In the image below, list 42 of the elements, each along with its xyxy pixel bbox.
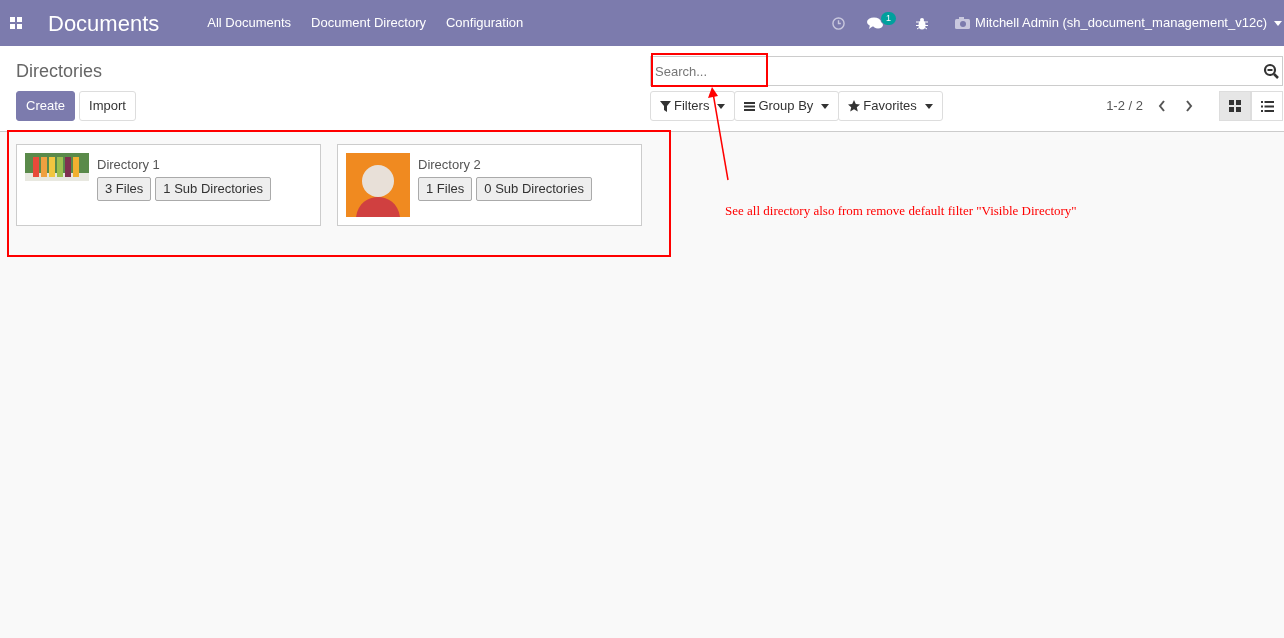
- list-view-button[interactable]: [1251, 91, 1283, 121]
- count-button[interactable]: 1 Sub Directories: [155, 176, 271, 201]
- chat-icon[interactable]: [867, 16, 885, 30]
- caret-icon: [821, 103, 830, 109]
- search-option-dropdown[interactable]: Favorites: [838, 91, 943, 121]
- search-field[interactable]: Search...: [650, 56, 1283, 86]
- list-icon: [1260, 100, 1274, 112]
- caret-icon: [1274, 20, 1282, 26]
- app-title: Documents: [48, 9, 160, 38]
- avatar-placeholder: [346, 153, 410, 217]
- directory-card[interactable]: Directory 2 1 Files 0 Sub Directories: [337, 144, 642, 226]
- funnel-icon: [660, 100, 671, 112]
- apps-menu-icon[interactable]: [10, 17, 22, 29]
- directory-name[interactable]: Directory 1: [97, 155, 271, 175]
- create-button[interactable]: Create: [16, 91, 76, 121]
- directory-card[interactable]: Directory 1 3 Files 1 Sub Directories: [16, 144, 321, 226]
- search-option-dropdown[interactable]: Group By: [734, 91, 840, 121]
- caret-icon: [717, 103, 726, 109]
- user-menu[interactable]: Mitchell Admin (sh_document_management_v12c): [975, 13, 1267, 33]
- menu-item[interactable]: Configuration: [445, 13, 524, 33]
- next-icon[interactable]: [1185, 100, 1193, 112]
- menu-item[interactable]: Document Directory: [311, 13, 426, 33]
- caret-icon: [924, 103, 933, 109]
- bug-icon[interactable]: [916, 16, 929, 30]
- search-option-dropdown[interactable]: Filters: [650, 91, 736, 121]
- directory-name[interactable]: Directory 2: [418, 155, 592, 175]
- previous-icon[interactable]: [1158, 100, 1166, 112]
- pager-value: 1-2 / 2: [1106, 97, 1143, 116]
- menu-item[interactable]: All Documents: [207, 13, 292, 33]
- count-button[interactable]: 3 Files: [97, 176, 152, 201]
- message-count-badge: 1: [881, 11, 897, 25]
- search-icon[interactable]: [1263, 63, 1279, 79]
- import-button[interactable]: Import: [79, 91, 136, 121]
- count-button[interactable]: 0 Sub Directories: [476, 176, 592, 201]
- breadcrumb-title: Directories: [16, 60, 104, 80]
- star-icon: [848, 100, 861, 112]
- count-button[interactable]: 1 Files: [418, 176, 473, 201]
- grid-icon: [1229, 100, 1241, 112]
- annotation-note: See all directory also from remove default filter "Visible Directory": [725, 202, 1077, 220]
- photo-placeholder: [25, 153, 89, 181]
- kanban-view-button[interactable]: [1219, 91, 1251, 121]
- bars-icon: [744, 101, 756, 111]
